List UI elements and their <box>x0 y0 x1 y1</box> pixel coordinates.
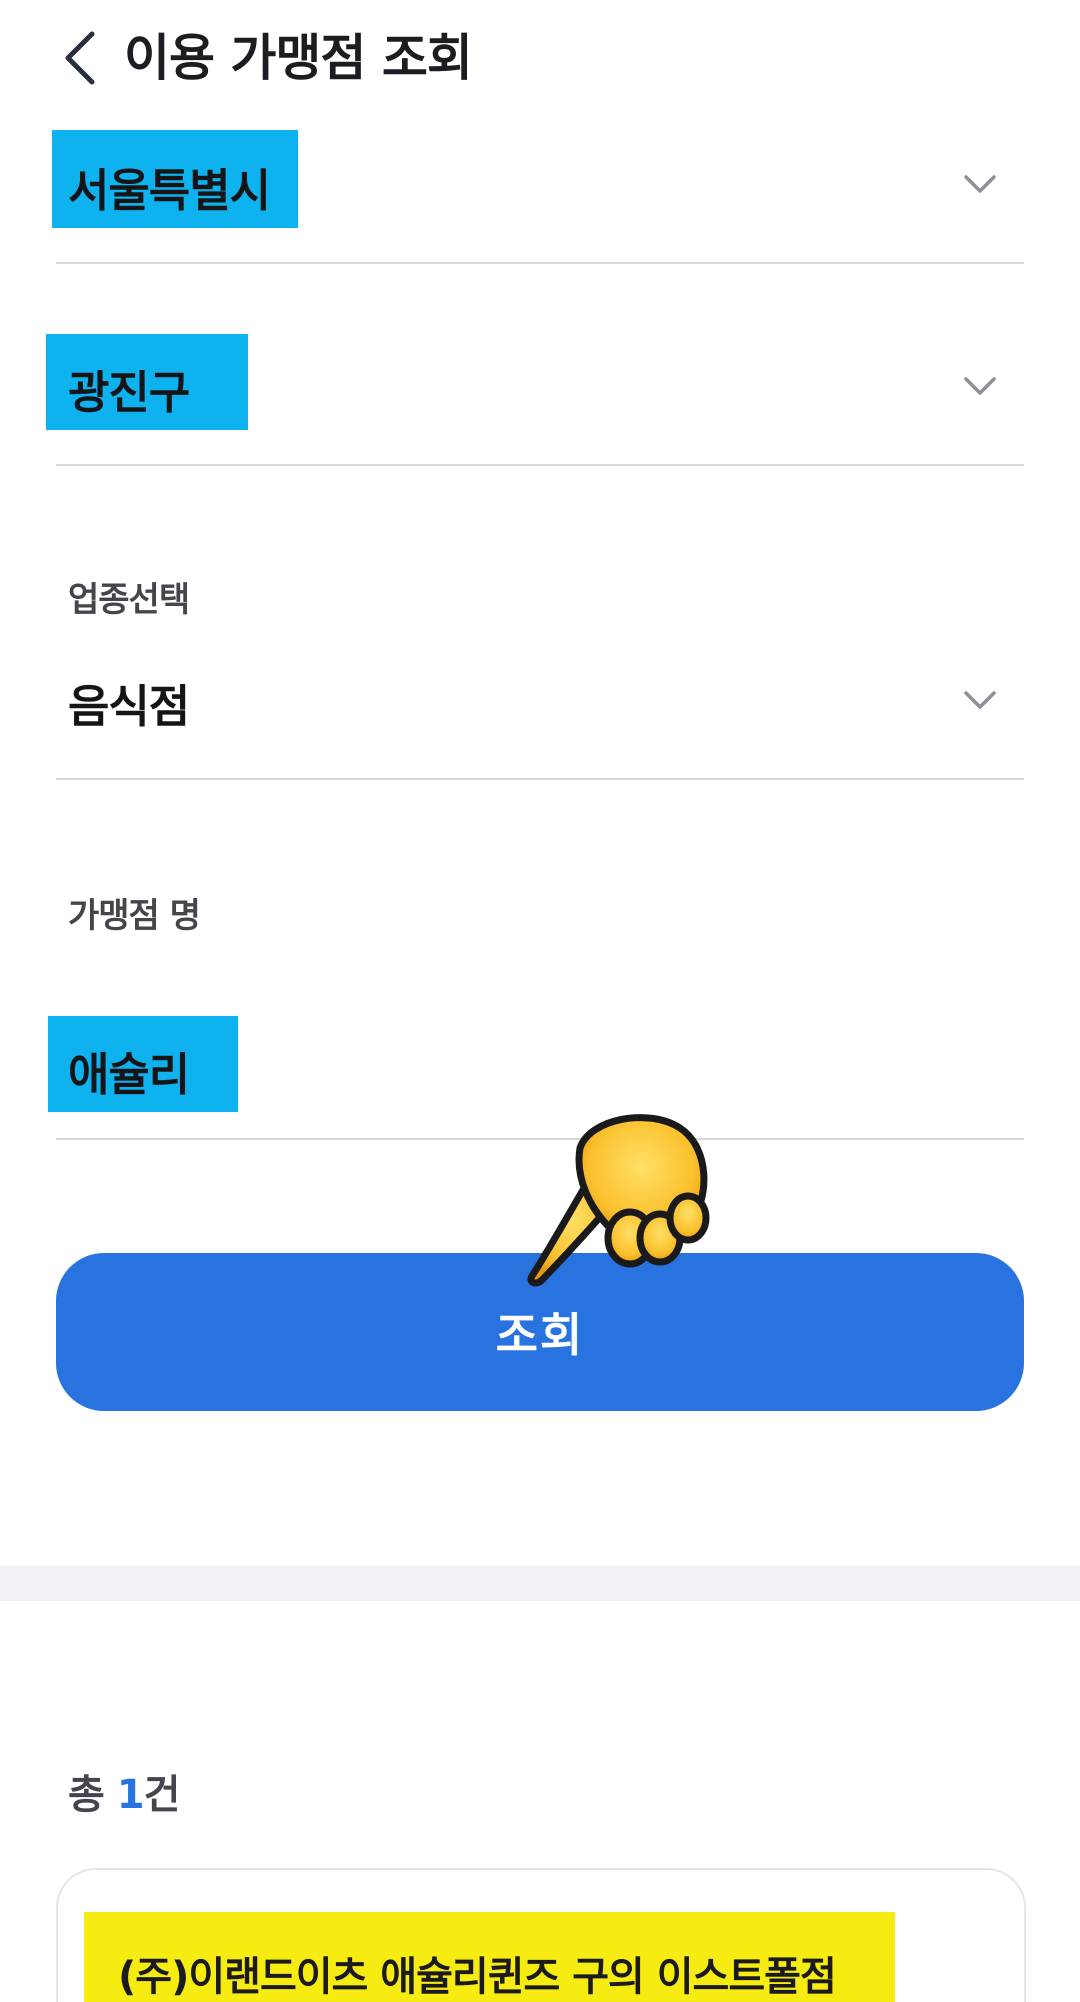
result-count: 총 1건 <box>68 1762 181 1820</box>
chevron-left-icon <box>65 31 95 85</box>
store-name-value: 애슐리 <box>68 1048 190 1101</box>
merchant-search-screen: 이용 가맹점 조회 서울특별시 광진구 업종선택 음식점 가맹점 명 애슐리 조… <box>0 0 1080 2002</box>
chevron-down-icon <box>964 691 996 709</box>
result-count-suffix: 건 <box>143 1772 181 1818</box>
chevron-down-icon <box>964 377 996 395</box>
store-name-label: 가맹점 명 <box>68 896 201 936</box>
back-button[interactable] <box>52 24 108 92</box>
app-header: 이용 가맹점 조회 <box>0 0 1080 116</box>
result-store-name: (주)이랜드이츠 애슐리퀸즈 구의 이스트폴점 <box>118 1954 837 2000</box>
chevron-down-icon <box>964 175 996 193</box>
category-label: 업종선택 <box>68 580 190 620</box>
city-value: 서울특별시 <box>68 164 271 217</box>
category-select[interactable]: 음식점 <box>56 640 1024 780</box>
search-button-label: 조회 <box>495 1309 585 1361</box>
result-card[interactable]: (주)이랜드이츠 애슐리퀸즈 구의 이스트폴점 <box>56 1868 1026 2002</box>
section-divider <box>0 1566 1080 1601</box>
pointing-hand-icon <box>527 1114 710 1287</box>
district-value: 광진구 <box>68 366 190 419</box>
city-select[interactable]: 서울특별시 <box>52 124 1024 264</box>
result-count-prefix: 총 <box>68 1772 117 1818</box>
district-select[interactable]: 광진구 <box>46 326 1024 466</box>
result-count-number: 1 <box>116 1772 145 1818</box>
page-title: 이용 가맹점 조회 <box>124 29 473 87</box>
category-value: 음식점 <box>68 680 190 733</box>
